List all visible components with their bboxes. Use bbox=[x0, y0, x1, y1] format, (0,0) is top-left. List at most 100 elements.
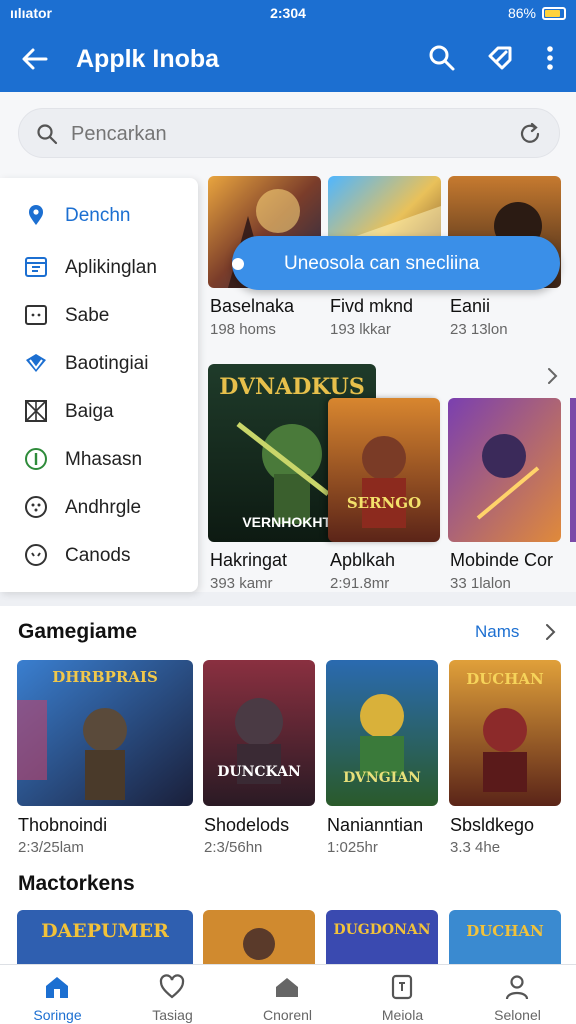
app-meta: 33 1lalon bbox=[450, 575, 511, 592]
app-title: Applk Inoba bbox=[76, 45, 220, 73]
game-tile[interactable] bbox=[203, 910, 315, 964]
battery-icon bbox=[542, 7, 566, 20]
nav-tab-label: Cnorenl bbox=[262, 1007, 313, 1023]
drawer-item-canods[interactable]: Canods bbox=[0, 534, 198, 574]
app-name: Eanii bbox=[450, 296, 491, 316]
location-icon bbox=[24, 203, 48, 227]
chevron-right-icon[interactable] bbox=[540, 364, 564, 388]
game-art-title: DHRBPRAIS bbox=[52, 668, 158, 686]
game-tile[interactable]: DUCHAN bbox=[449, 660, 561, 806]
home-icon bbox=[43, 973, 71, 1001]
drawer-item-label: Sabe bbox=[65, 305, 110, 326]
nav-drawer: Denchn Aplikinglan Sabe Baotingiai Baiga… bbox=[0, 178, 198, 592]
section-title: Gamegiame bbox=[18, 620, 138, 643]
next-tile-edge bbox=[570, 398, 576, 542]
app-meta: 393 kamr bbox=[210, 575, 273, 592]
drawer-item-label: Canods bbox=[65, 545, 131, 566]
game-art-title: DAEPUMER bbox=[41, 920, 169, 942]
drawer-item-label: Mhasasn bbox=[65, 449, 143, 470]
game-art-title: DUCHAN bbox=[466, 922, 544, 940]
drawer-item-baiga[interactable]: Baiga bbox=[0, 390, 198, 430]
app-meta: 193 lkkar bbox=[330, 321, 391, 338]
app-name: Hakringat bbox=[210, 550, 288, 570]
search-input[interactable] bbox=[71, 119, 491, 149]
heart-icon bbox=[158, 973, 186, 1001]
back-arrow-icon[interactable] bbox=[18, 42, 52, 76]
tablet-icon bbox=[388, 973, 416, 1001]
game-art-title: DUNCKAN bbox=[217, 764, 301, 780]
app-meta: 2:3/56hn bbox=[204, 839, 263, 856]
drawer-item-label: Baiga bbox=[65, 401, 114, 422]
game-tile[interactable]: DHRBPRAIS bbox=[17, 660, 193, 806]
info-circle-icon bbox=[24, 447, 48, 471]
clock: 2:304 bbox=[270, 5, 306, 21]
status-bar: ıılıator 2:304 86% bbox=[0, 0, 576, 28]
promo-toast[interactable]: Uneosola can snecliina bbox=[232, 236, 560, 290]
nav-tab-meiola[interactable]: Meiola bbox=[345, 965, 460, 1024]
drawer-item-aplikinglan[interactable]: Aplikinglan bbox=[0, 246, 198, 286]
nav-tab-selonel[interactable]: Selonel bbox=[460, 965, 575, 1024]
drawer-item-label: Denchn bbox=[65, 205, 131, 226]
nav-tab-label: Meiola bbox=[381, 1007, 424, 1023]
game-tile[interactable]: DAEPUMER bbox=[17, 910, 193, 964]
person-icon bbox=[503, 973, 531, 1001]
edit-tag-icon[interactable] bbox=[484, 42, 516, 74]
app-name: Apblkah bbox=[330, 550, 396, 570]
drawer-item-sabe[interactable]: Sabe bbox=[0, 294, 198, 334]
app-bar: Applk Inoba bbox=[0, 28, 576, 92]
app-name: Sbsldkego bbox=[450, 815, 535, 835]
app-meta: 198 homs bbox=[210, 321, 276, 338]
app-name: Nanianntian bbox=[327, 815, 424, 835]
app-meta: 3.3 4he bbox=[450, 839, 501, 856]
nav-tab-label: Tasiag bbox=[152, 1007, 193, 1023]
game-tile[interactable]: SERNGO bbox=[328, 398, 440, 542]
nav-tab-soringe[interactable]: Soringe bbox=[0, 965, 115, 1024]
nav-tab-tasiag[interactable]: Tasiag bbox=[115, 965, 230, 1024]
drawer-item-mhasasn[interactable]: Mhasasn bbox=[0, 438, 198, 478]
refresh-icon[interactable] bbox=[517, 121, 543, 152]
search-icon bbox=[35, 122, 59, 151]
search-icon[interactable] bbox=[426, 42, 458, 74]
dots-circle-icon bbox=[24, 495, 48, 519]
app-name: Fivd mknd bbox=[330, 296, 414, 316]
section-title: Mactorkens bbox=[18, 872, 135, 895]
drawer-item-denchn[interactable]: Denchn bbox=[0, 194, 198, 234]
drawer-item-baotingiai[interactable]: Baotingiai bbox=[0, 342, 198, 382]
drawer-item-label: Andhrgle bbox=[65, 497, 142, 518]
more-vert-icon[interactable] bbox=[534, 42, 566, 74]
game-art-title: DVNADKUS bbox=[219, 374, 365, 400]
app-meta: 1:025hr bbox=[327, 839, 378, 856]
toast-dot bbox=[232, 258, 244, 270]
toast-text: Uneosola can snecliina bbox=[284, 253, 480, 274]
app-meta: 23 13lon bbox=[450, 321, 508, 338]
game-art-title: SERNGO bbox=[346, 494, 422, 512]
app-grid-icon bbox=[24, 255, 48, 279]
app-name: Mobinde Cor bbox=[450, 550, 554, 570]
cross-box-icon bbox=[24, 399, 48, 423]
chevron-right-icon[interactable] bbox=[538, 620, 562, 644]
face-circle-icon bbox=[24, 543, 48, 567]
nav-tab-label: Soringe bbox=[33, 1007, 82, 1023]
bottom-nav: Soringe Tasiag Cnorenl Meiola Selonel bbox=[0, 964, 576, 1024]
nav-tab-label: Selonel bbox=[494, 1007, 541, 1023]
app-name: Thobnoindi bbox=[18, 815, 108, 835]
drawer-item-andhrgle[interactable]: Andhrgle bbox=[0, 486, 198, 526]
game-tile[interactable]: DUNCKAN bbox=[203, 660, 315, 806]
game-tile[interactable]: DVNGIAN bbox=[326, 660, 438, 806]
house-icon bbox=[273, 973, 301, 1001]
nav-tab-cnorenl[interactable]: Cnorenl bbox=[230, 965, 345, 1024]
drawer-item-label: Aplikinglan bbox=[65, 257, 157, 278]
game-art-title: DVNGIAN bbox=[343, 770, 421, 786]
search-bar[interactable] bbox=[18, 108, 560, 158]
app-name: Baselnaka bbox=[210, 296, 295, 316]
game-art-title: DUCHAN bbox=[466, 670, 544, 688]
see-more-link[interactable]: Nams bbox=[475, 622, 519, 642]
app-meta: 2:3/25lam bbox=[18, 839, 84, 856]
game-tile[interactable]: DUGDONAN bbox=[326, 910, 438, 964]
game-tile[interactable] bbox=[448, 398, 561, 542]
diamond-icon bbox=[24, 351, 48, 375]
game-art-title: DUGDONAN bbox=[333, 922, 431, 938]
drawer-item-label: Baotingiai bbox=[65, 353, 149, 374]
chat-box-icon bbox=[24, 303, 48, 327]
game-tile[interactable]: DUCHAN bbox=[449, 910, 561, 964]
